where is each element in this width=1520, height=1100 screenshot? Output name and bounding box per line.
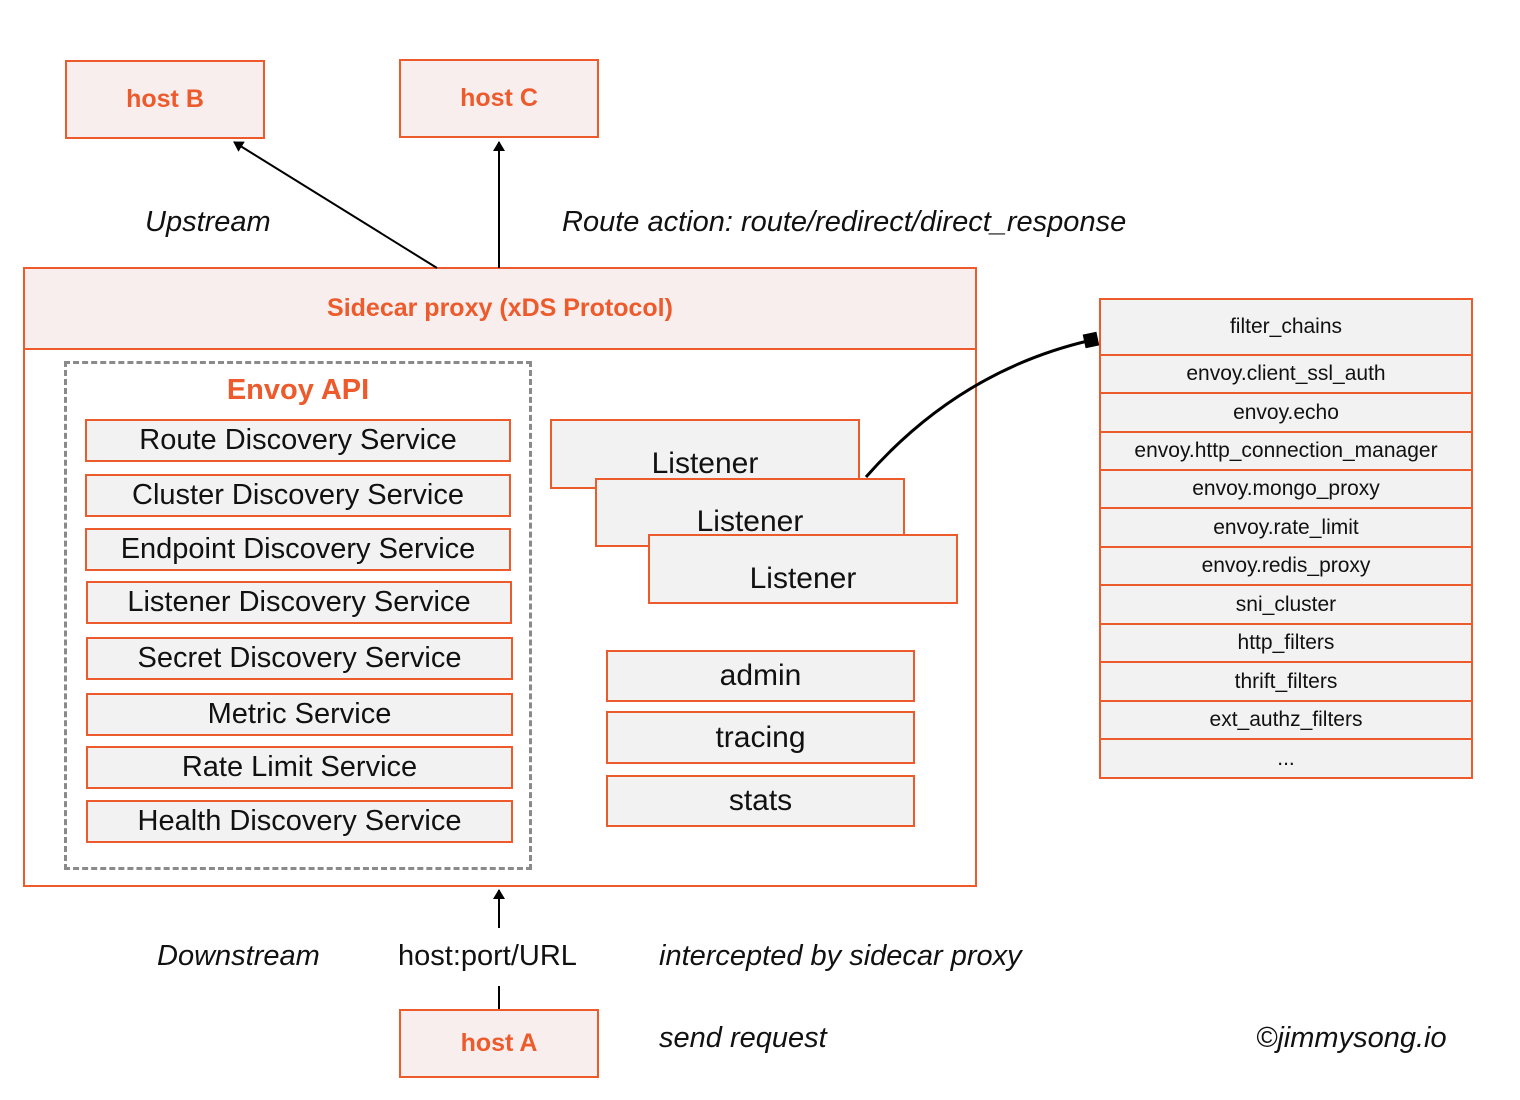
filter-row: envoy.redis_proxy: [1101, 548, 1471, 586]
filter-row: envoy.client_ssl_auth: [1101, 356, 1471, 394]
send-request-label: send request: [659, 1022, 827, 1054]
sidecar-proxy-header: Sidecar proxy (xDS Protocol): [25, 269, 975, 350]
service-metric: Metric Service: [86, 693, 513, 736]
filter-row-label: ...: [1277, 747, 1295, 770]
service-route-discovery: Route Discovery Service: [85, 419, 511, 462]
filter-row: http_filters: [1101, 625, 1471, 663]
listener-label: Listener: [749, 562, 857, 595]
filter-row: sni_cluster: [1101, 586, 1471, 625]
host-a-node: host A: [399, 1009, 599, 1078]
filter-row-label: filter_chains: [1229, 315, 1343, 338]
filter-row-label: envoy.rate_limit: [1213, 515, 1359, 539]
service-label: Rate Limit Service: [181, 751, 418, 783]
filter-row-label: sni_cluster: [1235, 592, 1337, 616]
filter-row-label: envoy.http_connection_manager: [1134, 439, 1438, 462]
route-action-label: Route action: route/redirect/direct_resp…: [562, 206, 1127, 238]
filter-row-label: thrift_filters: [1234, 669, 1338, 693]
service-listener-discovery: Listener Discovery Service: [86, 581, 512, 624]
listener-box-3: Listener: [648, 534, 958, 604]
filter-row-ellipsis: ...: [1101, 740, 1471, 778]
downstream-label: Downstream: [157, 940, 320, 972]
filter-row-label: envoy.client_ssl_auth: [1186, 362, 1386, 385]
filter-chains-table: filter_chains envoy.client_ssl_auth envo…: [1099, 298, 1473, 779]
square-connector-icon: [1082, 331, 1100, 349]
tracing-box: tracing: [606, 711, 915, 764]
intercepted-label: intercepted by sidecar proxy: [659, 940, 1022, 972]
stats-label: stats: [728, 784, 793, 817]
filter-row: envoy.rate_limit: [1101, 509, 1471, 548]
host-b-node: host B: [65, 60, 265, 139]
filter-row-label: http_filters: [1237, 631, 1335, 654]
tracing-label: tracing: [715, 720, 806, 754]
sidecar-proxy-title: Sidecar proxy (xDS Protocol): [327, 294, 673, 322]
service-label: Health Discovery Service: [137, 805, 462, 837]
service-label: Route Discovery Service: [139, 424, 457, 456]
filter-row: envoy.mongo_proxy: [1101, 471, 1471, 509]
filter-row: envoy.echo: [1101, 394, 1471, 433]
service-label: Secret Discovery Service: [137, 642, 462, 674]
filter-row-label: ext_authz_filters: [1209, 708, 1363, 731]
admin-box: admin: [606, 650, 915, 702]
copyright-label: ©jimmysong.io: [1256, 1022, 1447, 1054]
service-rate-limit: Rate Limit Service: [86, 746, 513, 789]
admin-label: admin: [719, 659, 802, 692]
host-c-node: host C: [399, 59, 599, 138]
filter-row-label: envoy.echo: [1233, 400, 1339, 424]
host-c-label: host C: [460, 84, 538, 112]
service-label: Metric Service: [207, 698, 392, 730]
arrow-to-host-b: [233, 141, 438, 269]
filter-row: envoy.http_connection_manager: [1101, 433, 1471, 471]
service-secret-discovery: Secret Discovery Service: [86, 637, 513, 680]
filter-row: thrift_filters: [1101, 663, 1471, 702]
listener-label: Listener: [651, 447, 759, 480]
service-label: Endpoint Discovery Service: [120, 533, 476, 565]
service-endpoint-discovery: Endpoint Discovery Service: [85, 528, 511, 571]
host-b-label: host B: [126, 85, 204, 113]
filter-chains-header: filter_chains: [1101, 300, 1471, 356]
service-label: Cluster Discovery Service: [132, 479, 464, 511]
upstream-label: Upstream: [145, 206, 271, 238]
envoy-api-title: Envoy API: [226, 374, 370, 406]
service-health-discovery: Health Discovery Service: [86, 800, 513, 843]
service-cluster-discovery: Cluster Discovery Service: [85, 474, 511, 517]
host-a-label: host A: [460, 1029, 538, 1057]
filter-row: ext_authz_filters: [1101, 702, 1471, 740]
service-label: Listener Discovery Service: [127, 586, 471, 618]
host-port-url-label: host:port/URL: [398, 940, 577, 972]
filter-row-label: envoy.mongo_proxy: [1192, 477, 1380, 500]
filter-row-label: envoy.redis_proxy: [1201, 554, 1371, 577]
stats-box: stats: [606, 775, 915, 827]
